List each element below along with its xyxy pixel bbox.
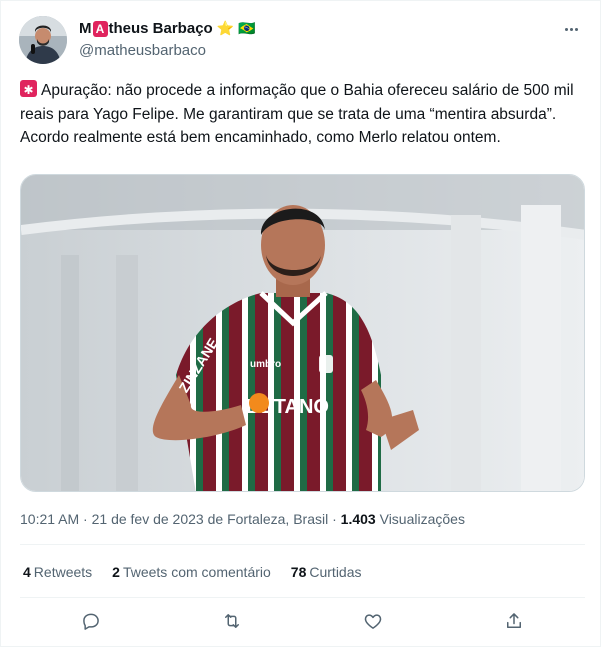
like-icon [364,614,382,629]
flag-emoji: 🇧🇷 [238,20,256,36]
avatar[interactable] [19,16,67,64]
retweets-stat[interactable]: 4 Retweets [23,564,92,580]
quotes-count: 2 [112,564,120,580]
likes-count: 78 [290,564,307,580]
divider [20,544,585,545]
tweet-meta: 10:21 AM · 21 de fev de 2023 de Fortalez… [20,511,465,527]
share-icon [507,613,522,628]
reply-icon [82,613,99,630]
photo-player: BETANO ZINZANE umbro [21,175,584,491]
tweet-location: de Fortaleza, Brasil [207,511,329,527]
retweet-button[interactable] [214,605,250,637]
tweet-time[interactable]: 10:21 AM [20,511,79,527]
like-button[interactable] [355,605,391,637]
tweet-stats: 4 Retweets 2 Tweets com comentário 78 Curti… [23,564,362,580]
likes-stat[interactable]: 78 Curtidas [291,564,362,580]
siren-icon [20,79,37,103]
retweet-icon [224,614,239,628]
author-name-prefix: M [79,20,92,37]
more-icon[interactable] [560,19,582,39]
author-name-badge-letter: A [92,20,108,37]
tweet-photo[interactable]: BETANO ZINZANE umbro [20,174,585,492]
meta-separator: · [83,511,88,527]
tweet-date[interactable]: 21 de fev de 2023 [92,511,204,527]
views-label: Visualizações [379,511,465,527]
jersey-brand-text: umbro [250,359,281,370]
tweet-actions [20,605,585,637]
star-emoji: ⭐ [216,20,235,36]
tweet-text: Apuração: não procede a informação que o… [20,82,574,146]
author-handle[interactable]: @matheusbarbaco [79,42,206,59]
retweets-label: Retweets [33,564,93,580]
views-count: 1.403 [340,511,376,527]
tweet-text-block: Apuração: não procede a informação que o… [20,79,585,150]
quotes-label: Tweets com comentário [122,564,271,580]
meta-separator-2: · [332,511,337,527]
author-name-row[interactable]: M A theus Barbaço ⭐ 🇧🇷 [79,20,256,37]
likes-label: Curtidas [309,564,362,580]
divider [20,597,585,598]
retweets-count: 4 [23,564,31,580]
quotes-stat[interactable]: 2 Tweets com comentário [112,564,271,580]
author-name-rest: theus Barbaço [108,20,213,37]
tweet-card: M A theus Barbaço ⭐ 🇧🇷 @matheusbarbaco A… [0,0,601,647]
reply-button[interactable] [73,605,109,637]
share-button[interactable] [496,605,532,637]
author-name[interactable]: M A theus Barbaço [79,20,213,37]
